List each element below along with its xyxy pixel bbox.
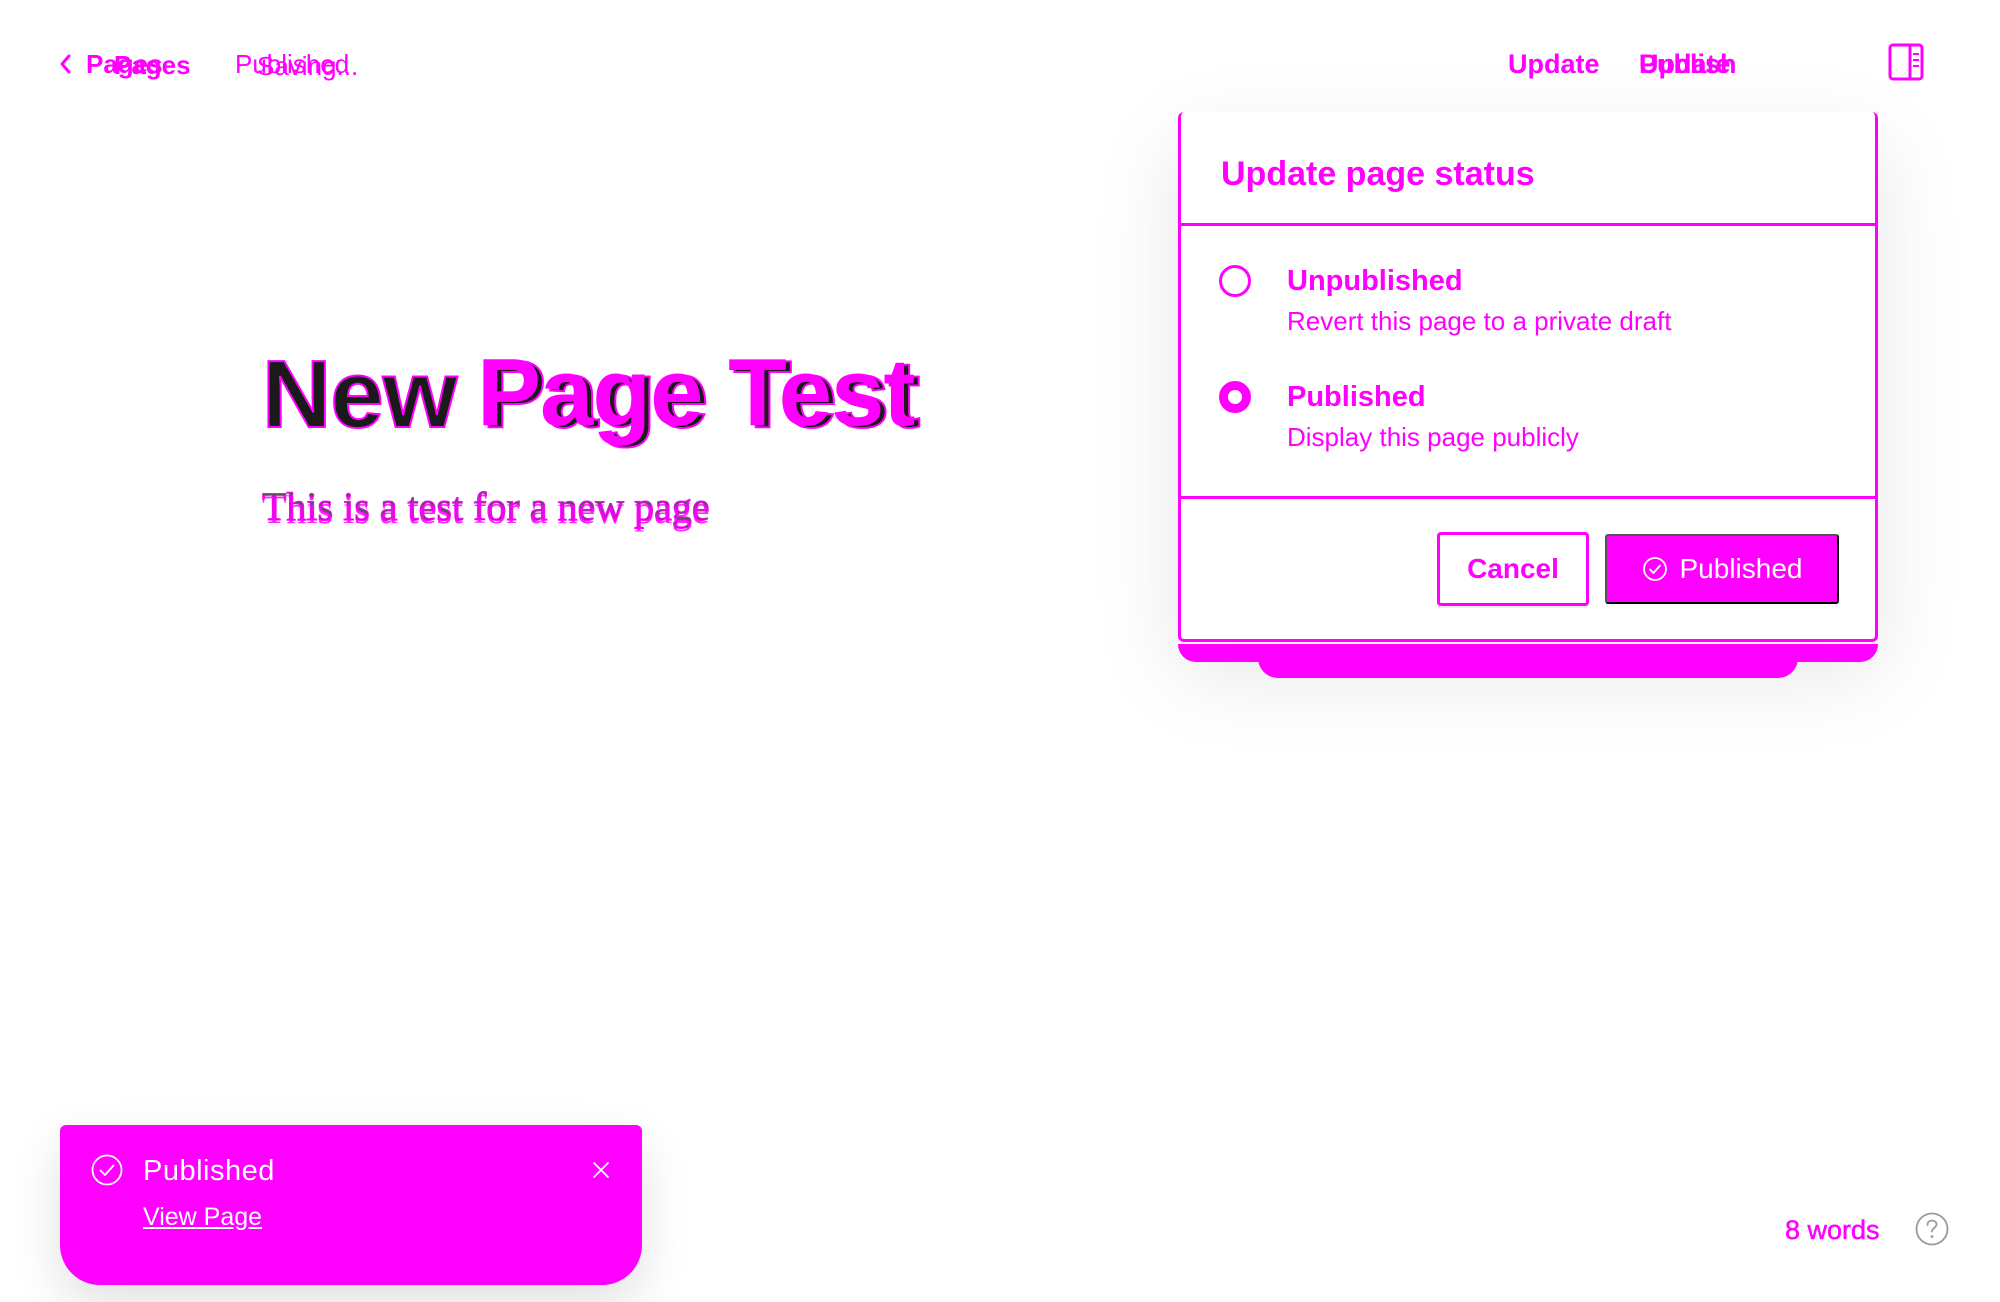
sidebar-toggle-icon — [1888, 43, 1924, 81]
confirm-published-button[interactable]: Published — [1605, 534, 1839, 604]
published-toast: Published View Page — [60, 1125, 642, 1285]
option-description: Display this page publicly — [1287, 422, 1579, 452]
close-icon[interactable] — [586, 1155, 616, 1185]
page-excerpt-ghost: This is a test for a new page — [262, 487, 710, 532]
check-circle-icon — [91, 1154, 123, 1186]
option-description: Revert this page to a private draft — [1287, 306, 1672, 336]
save-status: Published Saving... — [235, 44, 358, 84]
status-options: Unpublished Revert this page to a privat… — [1181, 229, 1875, 499]
editor-header: Pages Pages Published Saving... Update U… — [0, 0, 2000, 112]
save-status-ghost: Saving... — [257, 51, 359, 81]
page-editor: New Page Test Page Test This is a test f… — [261, 339, 1162, 570]
page-excerpt-field[interactable]: This is a test for a new page This is a … — [262, 480, 1162, 540]
option-published[interactable]: Published Display this page publicly — [1219, 377, 1839, 477]
page-title-ghost: Page Test — [477, 339, 915, 446]
popover-footer-band — [1178, 644, 1878, 678]
option-label: Published — [1287, 381, 1426, 413]
popover-card: Update page status Unpublished Revert th… — [1178, 112, 1878, 642]
check-circle-icon — [1642, 557, 1667, 581]
publish-menu-ghost: Publish — [1639, 49, 1737, 79]
settings-toggle-button[interactable] — [1888, 42, 1924, 82]
toast-title: Published — [143, 1155, 275, 1187]
page-status-popover: Update page status Unpublished Revert th… — [1178, 112, 1878, 678]
back-label-ghost: Pages — [114, 50, 191, 80]
update-button[interactable]: Update — [1508, 44, 1600, 84]
confirm-published-label: Published — [1679, 553, 1803, 584]
question-circle-icon[interactable] — [1914, 1211, 1950, 1247]
page-title-field[interactable]: New Page Test Page Test — [261, 339, 1162, 450]
popover-actions: Cancel Published — [1181, 499, 1875, 639]
back-to-pages-button[interactable]: Pages Pages — [58, 44, 191, 84]
publish-menu-button[interactable]: Update Publish — [1639, 44, 1737, 84]
radio-published[interactable] — [1219, 381, 1251, 413]
back-label: Pages Pages — [86, 44, 191, 84]
view-page-link[interactable]: View Page — [143, 1199, 262, 1235]
option-unpublished[interactable]: Unpublished Revert this page to a privat… — [1219, 261, 1839, 361]
chevron-left-icon — [60, 54, 71, 74]
word-count: 8 words — [1785, 1215, 1880, 1246]
option-label: Unpublished — [1287, 265, 1463, 297]
popover-header: Update page status — [1181, 112, 1875, 226]
popover-band-inner — [1258, 654, 1798, 678]
cancel-button[interactable]: Cancel — [1437, 532, 1589, 606]
popover-title: Update page status — [1221, 155, 1535, 193]
radio-unpublished[interactable] — [1219, 265, 1251, 297]
